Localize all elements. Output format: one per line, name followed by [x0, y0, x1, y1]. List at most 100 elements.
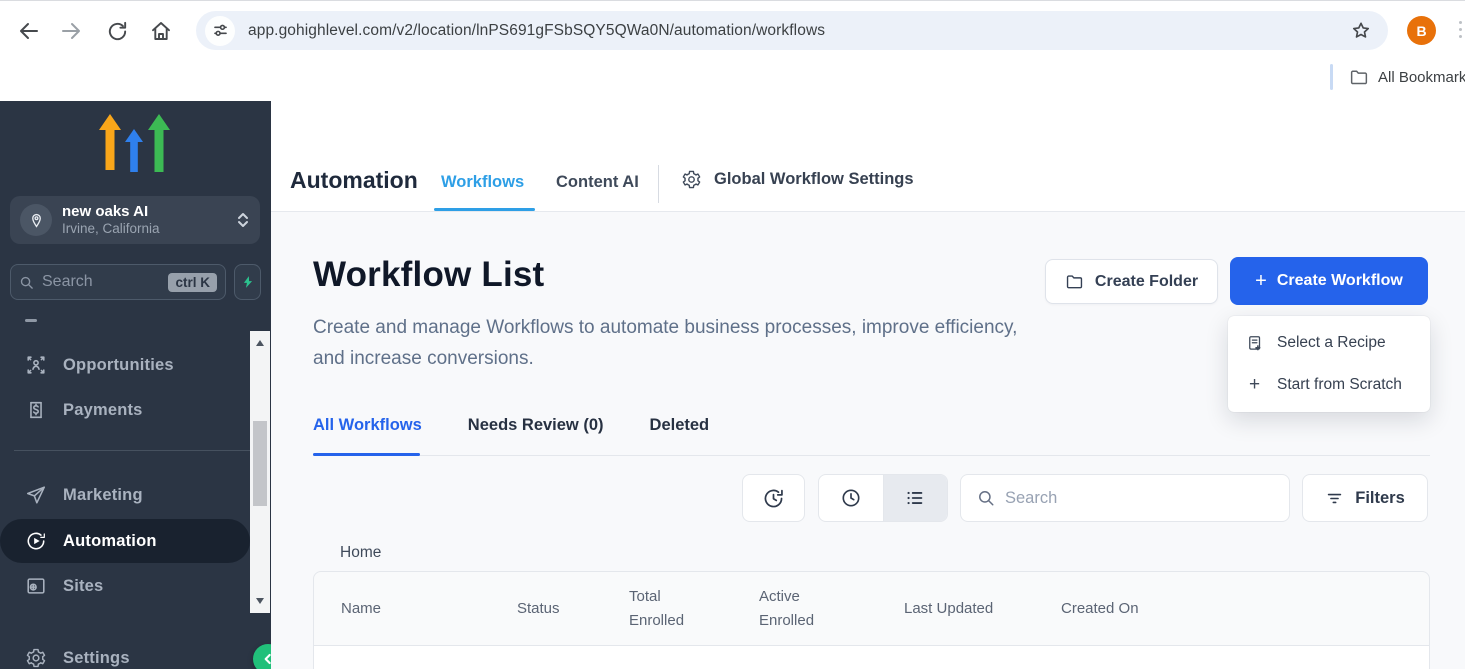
- menu-item-label: Start from Scratch: [1277, 376, 1402, 394]
- sidebar: new oaks AI Irvine, California ctrl K Op…: [0, 101, 271, 669]
- column-header-active-enrolled[interactable]: Active Enrolled: [759, 585, 831, 633]
- location-name: new oaks AI: [62, 203, 236, 221]
- page-title: Workflow List: [313, 255, 544, 295]
- all-bookmarks-button[interactable]: All Bookmarks: [1330, 63, 1465, 91]
- execution-logs-button[interactable]: [742, 474, 805, 522]
- module-title: Automation: [290, 167, 418, 194]
- breadcrumb-home[interactable]: Home: [340, 544, 381, 562]
- location-city: Irvine, California: [62, 221, 236, 237]
- sidebar-search[interactable]: ctrl K: [10, 264, 226, 300]
- workflow-subtabs: All Workflows Needs Review (0) Deleted: [313, 416, 709, 452]
- filters-button[interactable]: Filters: [1302, 474, 1428, 522]
- all-bookmarks-label: All Bookmarks: [1378, 69, 1465, 86]
- forward-arrow-icon: [59, 19, 83, 43]
- workflow-list-page: Workflow List Create and manage Workflow…: [271, 212, 1465, 669]
- sidebar-item-label: Settings: [63, 649, 130, 668]
- tab-divider: [658, 165, 659, 203]
- list-view-toggle[interactable]: [883, 475, 948, 521]
- menu-item-select-recipe[interactable]: Select a Recipe: [1228, 322, 1430, 364]
- create-folder-button[interactable]: Create Folder: [1045, 259, 1218, 304]
- create-workflow-label: Create Workflow: [1277, 272, 1403, 290]
- bookmark-star-icon[interactable]: [1350, 20, 1372, 42]
- opportunities-icon: [25, 354, 47, 376]
- column-header-last-updated[interactable]: Last Updated: [904, 597, 1061, 621]
- sidebar-item-label: Payments: [63, 401, 143, 420]
- recent-view-toggle[interactable]: [819, 475, 883, 521]
- create-workflow-button[interactable]: + Create Workflow: [1230, 257, 1428, 305]
- browser-forward-button[interactable]: [57, 17, 85, 45]
- sidebar-item-settings[interactable]: Settings: [0, 636, 250, 669]
- quick-actions-button[interactable]: [234, 264, 261, 300]
- column-header-created-on[interactable]: Created On: [1061, 597, 1429, 621]
- global-workflow-settings-label: Global Workflow Settings: [714, 170, 914, 189]
- workflow-search-input[interactable]: [1005, 489, 1273, 508]
- marketing-icon: [25, 484, 47, 506]
- location-pin-icon: [20, 204, 52, 236]
- menu-item-label: Select a Recipe: [1277, 334, 1386, 352]
- gear-icon: [681, 169, 702, 190]
- folder-icon: [1065, 273, 1084, 290]
- create-workflow-dropdown: Select a Recipe + Start from Scratch: [1228, 316, 1430, 412]
- sidebar-item-sites[interactable]: Sites: [0, 564, 250, 608]
- recipe-document-icon: [1245, 334, 1264, 353]
- sidebar-item-label: Automation: [63, 532, 157, 551]
- table-row: [314, 646, 1429, 669]
- subtab-needs-review[interactable]: Needs Review (0): [468, 416, 604, 452]
- table-header-row: Name Status Total Enrolled Active Enroll…: [314, 572, 1429, 646]
- scrollbar-thumb[interactable]: [253, 421, 267, 506]
- column-header-name[interactable]: Name: [341, 597, 517, 621]
- sidebar-item-label: Marketing: [63, 486, 143, 505]
- global-workflow-settings-button[interactable]: Global Workflow Settings: [681, 169, 914, 190]
- site-settings-icon[interactable]: [205, 16, 235, 46]
- subtab-all-workflows[interactable]: All Workflows: [313, 416, 422, 452]
- sidebar-item-payments[interactable]: Payments: [0, 388, 250, 432]
- clock-icon: [840, 487, 862, 509]
- payments-icon: [25, 399, 47, 421]
- screen: app.gohighlevel.com/v2/location/lnPS691g…: [0, 0, 1465, 669]
- create-folder-label: Create Folder: [1095, 273, 1198, 291]
- browser-menu-icon[interactable]: [1459, 21, 1463, 38]
- address-bar[interactable]: app.gohighlevel.com/v2/location/lnPS691g…: [196, 11, 1388, 50]
- workflow-search[interactable]: [960, 474, 1290, 522]
- sites-icon: [25, 575, 47, 597]
- plus-icon: +: [1255, 271, 1267, 291]
- sidebar-item-label: Opportunities: [63, 356, 174, 375]
- chevron-up-down-icon: [236, 211, 250, 229]
- search-icon: [977, 489, 995, 507]
- subtab-border: [313, 455, 1430, 456]
- filter-icon: [1325, 489, 1344, 508]
- page-description: Create and manage Workflows to automate …: [313, 312, 1023, 374]
- view-toggle-group: [818, 474, 948, 522]
- active-tab-underline: [434, 208, 535, 211]
- browser-back-button[interactable]: [15, 17, 43, 45]
- history-clock-icon: [762, 487, 785, 510]
- search-icon: [19, 275, 34, 290]
- sidebar-item-automation[interactable]: Automation: [0, 519, 250, 563]
- filters-label: Filters: [1355, 489, 1405, 508]
- column-header-total-enrolled[interactable]: Total Enrolled: [629, 585, 701, 633]
- plus-icon: +: [1245, 374, 1264, 396]
- scroll-down-arrow[interactable]: [250, 593, 270, 609]
- automation-icon: [25, 530, 47, 552]
- browser-profile-avatar[interactable]: B: [1407, 16, 1436, 45]
- column-header-status[interactable]: Status: [517, 597, 629, 621]
- tab-workflows[interactable]: Workflows: [441, 173, 524, 192]
- browser-reload-button[interactable]: [103, 17, 131, 45]
- menu-item-start-from-scratch[interactable]: + Start from Scratch: [1228, 364, 1430, 406]
- back-arrow-icon: [17, 19, 41, 43]
- scroll-up-arrow[interactable]: [250, 335, 270, 351]
- tab-content-ai[interactable]: Content AI: [556, 173, 639, 192]
- subtab-deleted[interactable]: Deleted: [650, 416, 710, 452]
- sidebar-search-input[interactable]: [42, 273, 168, 291]
- keyboard-shortcut-badge: ctrl K: [168, 273, 217, 292]
- url-text[interactable]: app.gohighlevel.com/v2/location/lnPS691g…: [248, 22, 1350, 40]
- browser-home-button[interactable]: [147, 17, 175, 45]
- home-icon: [149, 19, 173, 43]
- partial-item-icon: [25, 319, 37, 322]
- sidebar-item-marketing[interactable]: Marketing: [0, 473, 250, 517]
- sidebar-scrollbar[interactable]: [250, 331, 270, 613]
- reload-icon: [106, 20, 129, 43]
- sidebar-divider: [14, 450, 250, 451]
- location-switcher[interactable]: new oaks AI Irvine, California: [10, 196, 260, 244]
- sidebar-item-opportunities[interactable]: Opportunities: [0, 343, 250, 387]
